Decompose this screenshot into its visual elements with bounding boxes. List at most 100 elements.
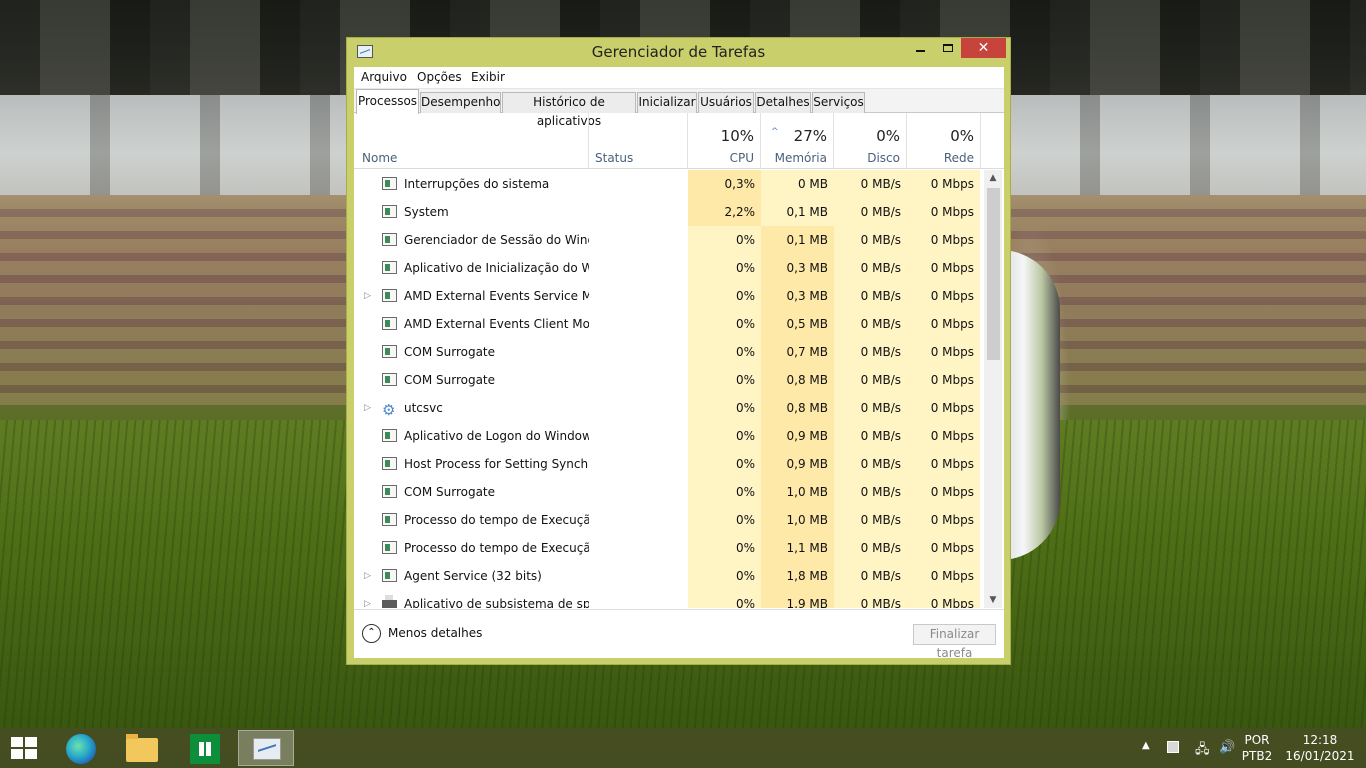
title-bar[interactable]: Gerenciador de Tarefas ✕ bbox=[347, 38, 1010, 66]
column-memory[interactable]: ^ 27% Memória bbox=[761, 113, 834, 169]
process-network: 0 Mbps bbox=[907, 422, 980, 450]
tab-desempenho[interactable]: Desempenho bbox=[420, 92, 501, 113]
column-disk[interactable]: 0% Disco bbox=[834, 113, 907, 169]
process-row[interactable]: Processo do tempo de Execuçã... 0% 1,0 MB 0… bbox=[354, 506, 981, 534]
memory-total: 27% bbox=[793, 127, 827, 145]
network-total: 0% bbox=[950, 127, 974, 145]
process-network: 0 Mbps bbox=[907, 506, 980, 534]
process-row[interactable]: Gerenciador de Sessão do Wind... 0% 0,1 MB… bbox=[354, 226, 981, 254]
process-row[interactable]: Aplicativo de Logon do Windows 0% 0,9 MB 0 … bbox=[354, 422, 981, 450]
column-headers: Nome Status 10% CPU ^ 27% Memória 0% Dis… bbox=[354, 113, 1004, 169]
menu-opcoes[interactable]: Opções bbox=[417, 70, 462, 84]
process-cpu: 0% bbox=[688, 366, 761, 394]
process-network: 0 Mbps bbox=[907, 394, 980, 422]
start-icon[interactable] bbox=[10, 737, 38, 759]
process-cpu: 0% bbox=[688, 506, 761, 534]
notification-icon[interactable] bbox=[1167, 741, 1179, 753]
process-memory: 1,8 MB bbox=[761, 562, 834, 590]
scroll-down-icon[interactable]: ▼ bbox=[984, 592, 1002, 608]
scroll-thumb[interactable] bbox=[987, 188, 1000, 360]
column-status[interactable]: Status bbox=[589, 113, 688, 169]
end-task-button[interactable]: Finalizar tarefa bbox=[913, 624, 996, 660]
process-cpu: 0% bbox=[688, 338, 761, 366]
menu-exibir[interactable]: Exibir bbox=[471, 70, 505, 84]
volume-icon[interactable]: 🔊 bbox=[1219, 740, 1235, 755]
tab-servicos[interactable]: Serviços bbox=[812, 92, 865, 113]
taskbar-edge[interactable] bbox=[52, 730, 108, 766]
window-icon bbox=[382, 177, 397, 190]
process-memory: 1,1 MB bbox=[761, 534, 834, 562]
process-disk: 0 MB/s bbox=[834, 422, 907, 450]
process-row[interactable]: ▷ AMD External Events Service Mo... 0%0,3 … bbox=[354, 282, 981, 310]
process-name: Agent Service (32 bits) bbox=[404, 569, 542, 583]
process-row[interactable]: Host Process for Setting Synchr... 0% 0,9 … bbox=[354, 450, 981, 478]
column-status-label: Status bbox=[595, 151, 634, 165]
menu-arquivo[interactable]: Arquivo bbox=[361, 70, 407, 84]
process-row[interactable]: ▷ Aplicativo de subsistema de spo... 0% 1,9… bbox=[354, 590, 981, 608]
network-icon[interactable]: 🖧 bbox=[1195, 740, 1210, 762]
chevron-up-icon[interactable]: ⌃ bbox=[362, 624, 381, 643]
tab-historico[interactable]: Histórico de aplicativos bbox=[502, 92, 636, 128]
process-memory: 0,8 MB bbox=[761, 394, 834, 422]
column-name[interactable]: Nome bbox=[354, 113, 589, 169]
process-disk: 0 MB/s bbox=[834, 506, 907, 534]
maximize-icon bbox=[943, 43, 953, 52]
less-details-link[interactable]: Menos detalhes bbox=[388, 626, 482, 640]
close-icon: ✕ bbox=[977, 40, 990, 56]
scroll-up-icon[interactable]: ▲ bbox=[984, 170, 1002, 186]
expand-arrow-icon[interactable]: ▷ bbox=[364, 394, 374, 422]
taskbar-store[interactable] bbox=[176, 730, 232, 766]
disk-total: 0% bbox=[876, 127, 900, 145]
process-name: AMD External Events Service Mo... bbox=[404, 289, 589, 303]
clock[interactable]: 12:18 16/01/2021 bbox=[1284, 732, 1356, 764]
process-cpu: 0% bbox=[688, 226, 761, 254]
process-row[interactable]: AMD External Events Client Mo... 0% 0,5 MB… bbox=[354, 310, 981, 338]
menu-bar: Arquivo Opções Exibir bbox=[354, 67, 1004, 89]
window-icon bbox=[382, 205, 397, 218]
tab-usuarios[interactable]: Usuários bbox=[698, 92, 754, 113]
process-row[interactable]: COM Surrogate 0% 1,0 MB 0 MB/s 0 Mbps bbox=[354, 478, 981, 506]
process-cpu: 0% bbox=[688, 282, 761, 310]
task-manager-window: Gerenciador de Tarefas ✕ Arquivo Opções … bbox=[346, 37, 1011, 665]
process-row[interactable]: ▷ utcsvc 0%0,8 MB0 MB/s0 Mbps bbox=[354, 394, 981, 422]
minimize-button[interactable] bbox=[907, 38, 933, 58]
vertical-scrollbar[interactable]: ▲ ▼ bbox=[984, 170, 1002, 608]
clock-time: 12:18 bbox=[1302, 733, 1338, 747]
process-disk: 0 MB/s bbox=[834, 338, 907, 366]
process-name: Aplicativo de Logon do Windows bbox=[404, 429, 589, 443]
process-disk: 0 MB/s bbox=[834, 366, 907, 394]
language-indicator[interactable]: POR PTB2 bbox=[1239, 732, 1275, 764]
maximize-button[interactable] bbox=[935, 38, 961, 58]
process-row[interactable]: ▷ Agent Service (32 bits) 0% 1,8 MB 0 MB/s 0 … bbox=[354, 562, 981, 590]
window-icon bbox=[382, 261, 397, 274]
window-icon bbox=[382, 345, 397, 358]
expand-arrow-icon[interactable]: ▷ bbox=[364, 590, 374, 608]
process-row[interactable]: Processo do tempo de Execuçã... 0% 1,1 MB 0… bbox=[354, 534, 981, 562]
process-row[interactable]: Aplicativo de Inicialização do W... 0% 0,3… bbox=[354, 254, 981, 282]
process-row[interactable]: COM Surrogate 0% 0,8 MB 0 MB/s 0 Mbps bbox=[354, 366, 981, 394]
process-network: 0 Mbps bbox=[907, 366, 980, 394]
expand-arrow-icon[interactable]: ▷ bbox=[364, 562, 374, 590]
process-memory: 0,8 MB bbox=[761, 366, 834, 394]
process-network: 0 Mbps bbox=[907, 198, 980, 226]
tab-processos[interactable]: Processos bbox=[356, 89, 419, 114]
process-cpu: 0% bbox=[688, 478, 761, 506]
show-hidden-icons-icon[interactable]: ▲ bbox=[1142, 740, 1150, 751]
process-cpu: 0% bbox=[688, 562, 761, 590]
tab-detalhes[interactable]: Detalhes bbox=[755, 92, 811, 113]
process-row[interactable]: System 2,2% 0,1 MB 0 MB/s 0 Mbps bbox=[354, 198, 981, 226]
process-name: COM Surrogate bbox=[404, 345, 496, 359]
column-network[interactable]: 0% Rede bbox=[907, 113, 981, 169]
process-network: 0 Mbps bbox=[907, 338, 980, 366]
process-disk: 0 MB/s bbox=[834, 394, 907, 422]
taskbar: ▲ 🖧 🔊 POR PTB2 12:18 16/01/2021 bbox=[0, 728, 1366, 768]
close-button[interactable]: ✕ bbox=[961, 38, 1006, 58]
taskbar-file-explorer[interactable] bbox=[114, 730, 170, 766]
tab-inicializar[interactable]: Inicializar bbox=[637, 92, 697, 113]
process-row[interactable]: Interrupções do sistema 0,3% 0 MB 0 MB/s 0 M… bbox=[354, 170, 981, 198]
expand-arrow-icon[interactable]: ▷ bbox=[364, 282, 374, 310]
process-network: 0 Mbps bbox=[907, 590, 980, 608]
process-row[interactable]: COM Surrogate 0% 0,7 MB 0 MB/s 0 Mbps bbox=[354, 338, 981, 366]
column-cpu[interactable]: 10% CPU bbox=[688, 113, 761, 169]
taskbar-task-manager[interactable] bbox=[238, 730, 294, 766]
